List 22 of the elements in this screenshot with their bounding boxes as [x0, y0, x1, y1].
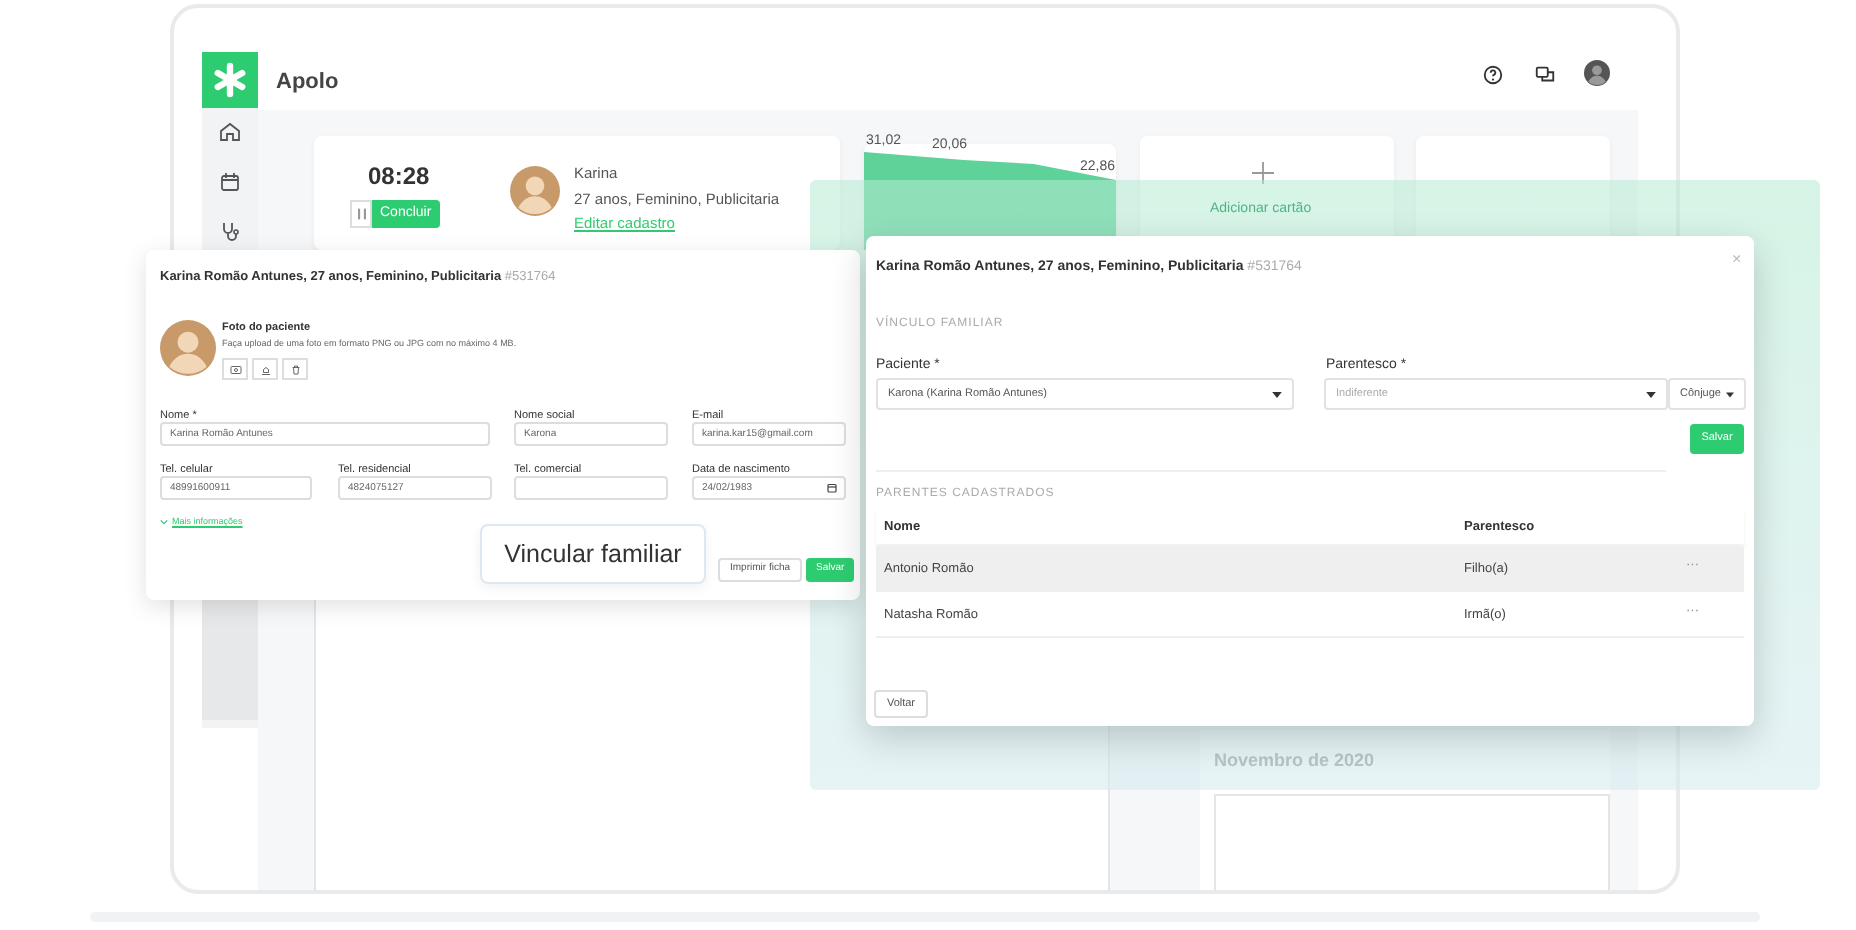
- plus-icon: [1252, 162, 1274, 184]
- trash-icon: [289, 363, 301, 375]
- timer-display: 08:28: [368, 160, 430, 194]
- callout-label: Vincular familiar: [480, 524, 706, 584]
- pause-button[interactable]: [350, 200, 372, 228]
- avatar-icon: [510, 166, 560, 216]
- stethoscope-icon[interactable]: [218, 220, 242, 244]
- chat-icon[interactable]: [1534, 64, 1556, 86]
- pause-icon: [357, 208, 365, 220]
- calendar-icon[interactable]: [826, 482, 838, 494]
- caret-icon: [1272, 391, 1282, 397]
- camera-icon: [229, 363, 241, 375]
- camera-button[interactable]: [222, 358, 248, 380]
- caret-icon: [1646, 391, 1656, 397]
- caret-icon: [1726, 391, 1734, 397]
- app-name: Apolo: [276, 68, 339, 98]
- help-icon[interactable]: [1482, 64, 1504, 86]
- text-field[interactable]: [514, 476, 668, 500]
- user-avatar[interactable]: [1584, 60, 1610, 86]
- calendar-icon[interactable]: [218, 170, 242, 194]
- trash-button[interactable]: [282, 358, 308, 380]
- home-icon[interactable]: [218, 120, 242, 144]
